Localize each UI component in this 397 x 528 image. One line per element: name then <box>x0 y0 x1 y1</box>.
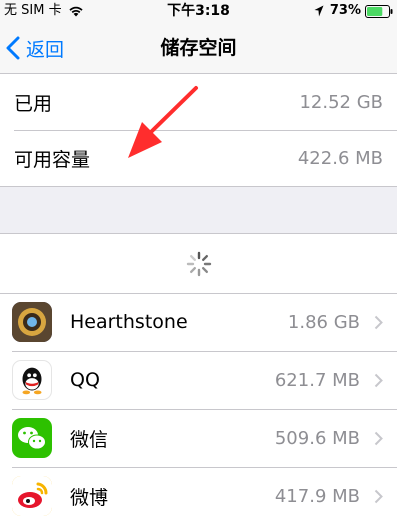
loading-row <box>0 234 397 293</box>
chevron-right-icon <box>374 489 383 503</box>
available-value: 422.6 MB <box>297 147 383 169</box>
app-storage-list: Hearthstone 1.86 GB QQ 621.7 MB 微信 509.6… <box>0 233 397 528</box>
app-size: 509.6 MB <box>274 427 360 449</box>
location-icon <box>314 5 324 17</box>
status-right: 73% <box>314 0 393 22</box>
page-title: 储存空间 <box>160 37 237 59</box>
app-name: 微博 <box>70 486 109 509</box>
loading-spinner-icon <box>186 251 211 276</box>
weibo-icon <box>12 476 52 516</box>
navigation-bar: 返回 储存空间 <box>0 22 397 74</box>
storage-summary: 已用 12.52 GB 可用容量 422.6 MB <box>0 74 397 187</box>
summary-row-used: 已用 12.52 GB <box>0 74 397 130</box>
chevron-right-icon <box>374 431 383 445</box>
chevron-right-icon <box>374 373 383 387</box>
app-name: QQ <box>70 369 100 391</box>
wechat-icon <box>12 418 52 458</box>
app-size: 1.86 GB <box>287 311 360 333</box>
app-size: 621.7 MB <box>274 369 360 391</box>
qq-icon <box>12 360 52 400</box>
hearthstone-icon <box>12 302 52 342</box>
battery-fill <box>367 6 383 16</box>
app-row-weibo[interactable]: 微博 417.9 MB <box>0 467 397 525</box>
app-row-hearthstone[interactable]: Hearthstone 1.86 GB <box>0 293 397 351</box>
app-row-wechat[interactable]: 微信 509.6 MB <box>0 409 397 467</box>
battery-icon <box>365 4 393 18</box>
app-name: Hearthstone <box>70 311 188 333</box>
app-row-qq[interactable]: QQ 621.7 MB <box>0 351 397 409</box>
available-label: 可用容量 <box>14 148 91 171</box>
chevron-right-icon <box>374 315 383 329</box>
app-name: 微信 <box>70 428 109 451</box>
used-label: 已用 <box>14 92 53 115</box>
app-size: 417.9 MB <box>274 485 360 507</box>
summary-row-available: 可用容量 422.6 MB <box>0 130 397 186</box>
status-bar: 无 SIM 卡 下午3:18 73% <box>0 0 397 22</box>
battery-percent: 73% <box>329 3 361 18</box>
used-value: 12.52 GB <box>299 91 383 113</box>
